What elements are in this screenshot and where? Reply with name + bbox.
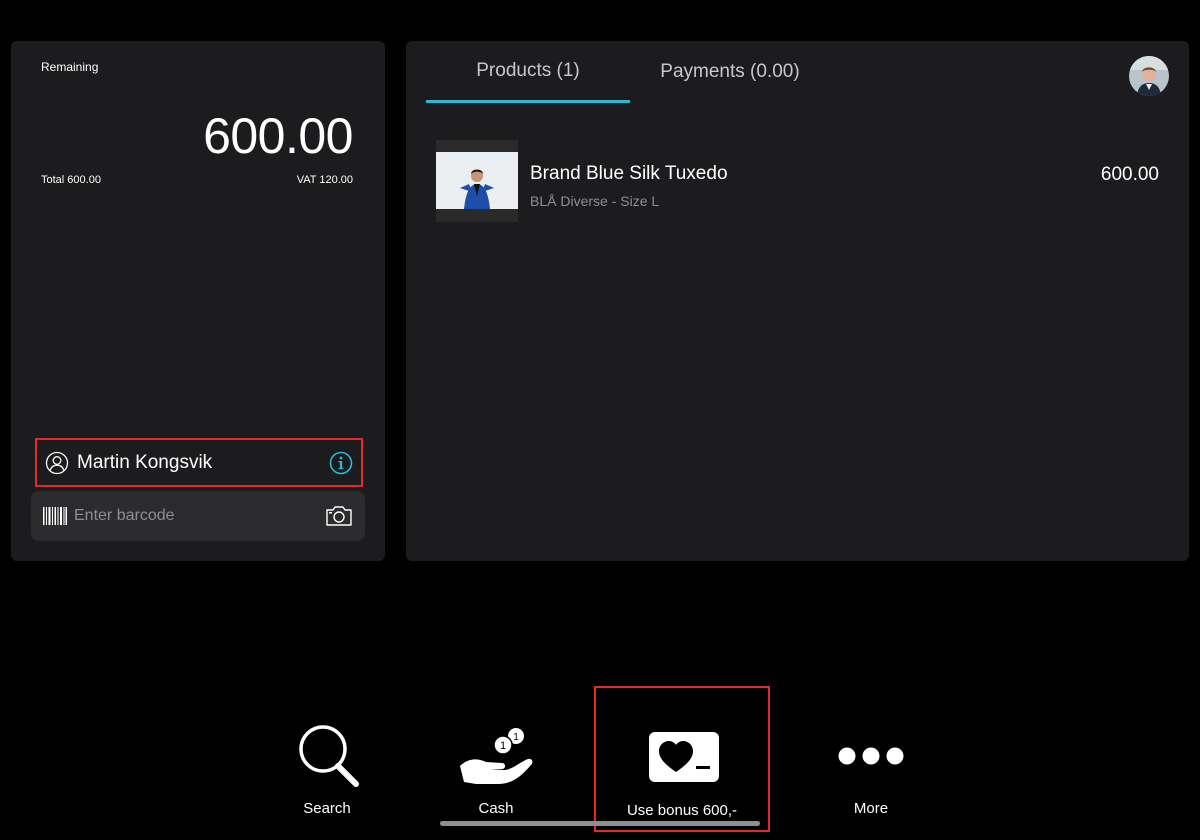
info-icon[interactable] [329, 451, 353, 475]
product-title: Brand Blue Silk Tuxedo [530, 163, 728, 184]
use-bonus-button[interactable]: Use bonus 600,- [594, 686, 770, 832]
more-button[interactable]: More [811, 686, 931, 832]
remaining-amount: 600.00 [203, 108, 353, 164]
customer-name: Martin Kongsvik [77, 451, 213, 473]
more-label: More [853, 800, 889, 817]
search-button[interactable]: Search [267, 686, 387, 832]
barcode-input[interactable] [74, 507, 325, 525]
cash-label: Cash [478, 800, 514, 817]
search-label: Search [303, 800, 351, 817]
cash-button[interactable]: 1 1 Cash [436, 686, 556, 832]
heart-card-icon [649, 732, 719, 782]
vat-amount: VAT 120.00 [296, 174, 353, 186]
product-price: 600.00 [1100, 164, 1159, 185]
user-circle-icon [45, 451, 69, 474]
product-row[interactable]: Brand Blue Silk Tuxedo BLÅ Diverse - Siz… [436, 140, 1159, 222]
tab-products[interactable]: Products (1) [426, 41, 630, 103]
order-summary-panel: Remaining 600.00 Total 600.00 VAT 120.00… [11, 41, 385, 561]
barcode-field [31, 491, 365, 541]
tab-payments[interactable]: Payments (0.00) [630, 41, 830, 103]
use-bonus-label: Use bonus 600,- [626, 802, 738, 819]
svg-text:1: 1 [500, 740, 506, 752]
cart-panel: Products (1) Payments (0.00) Brand Blue … [406, 41, 1189, 561]
camera-icon[interactable] [325, 505, 353, 527]
barcode-icon [43, 507, 67, 525]
search-icon [299, 725, 359, 787]
avatar[interactable] [1129, 56, 1169, 96]
product-thumbnail [436, 140, 518, 222]
product-variant: BLÅ Diverse - Size L [530, 193, 660, 209]
cash-hand-icon: 1 1 [460, 728, 533, 784]
svg-text:1: 1 [513, 732, 519, 743]
customer-row[interactable]: Martin Kongsvik [35, 438, 363, 487]
home-indicator[interactable] [440, 821, 760, 826]
total-amount: Total 600.00 [41, 174, 101, 186]
remaining-label: Remaining [41, 60, 99, 74]
more-dots-icon [838, 747, 904, 765]
